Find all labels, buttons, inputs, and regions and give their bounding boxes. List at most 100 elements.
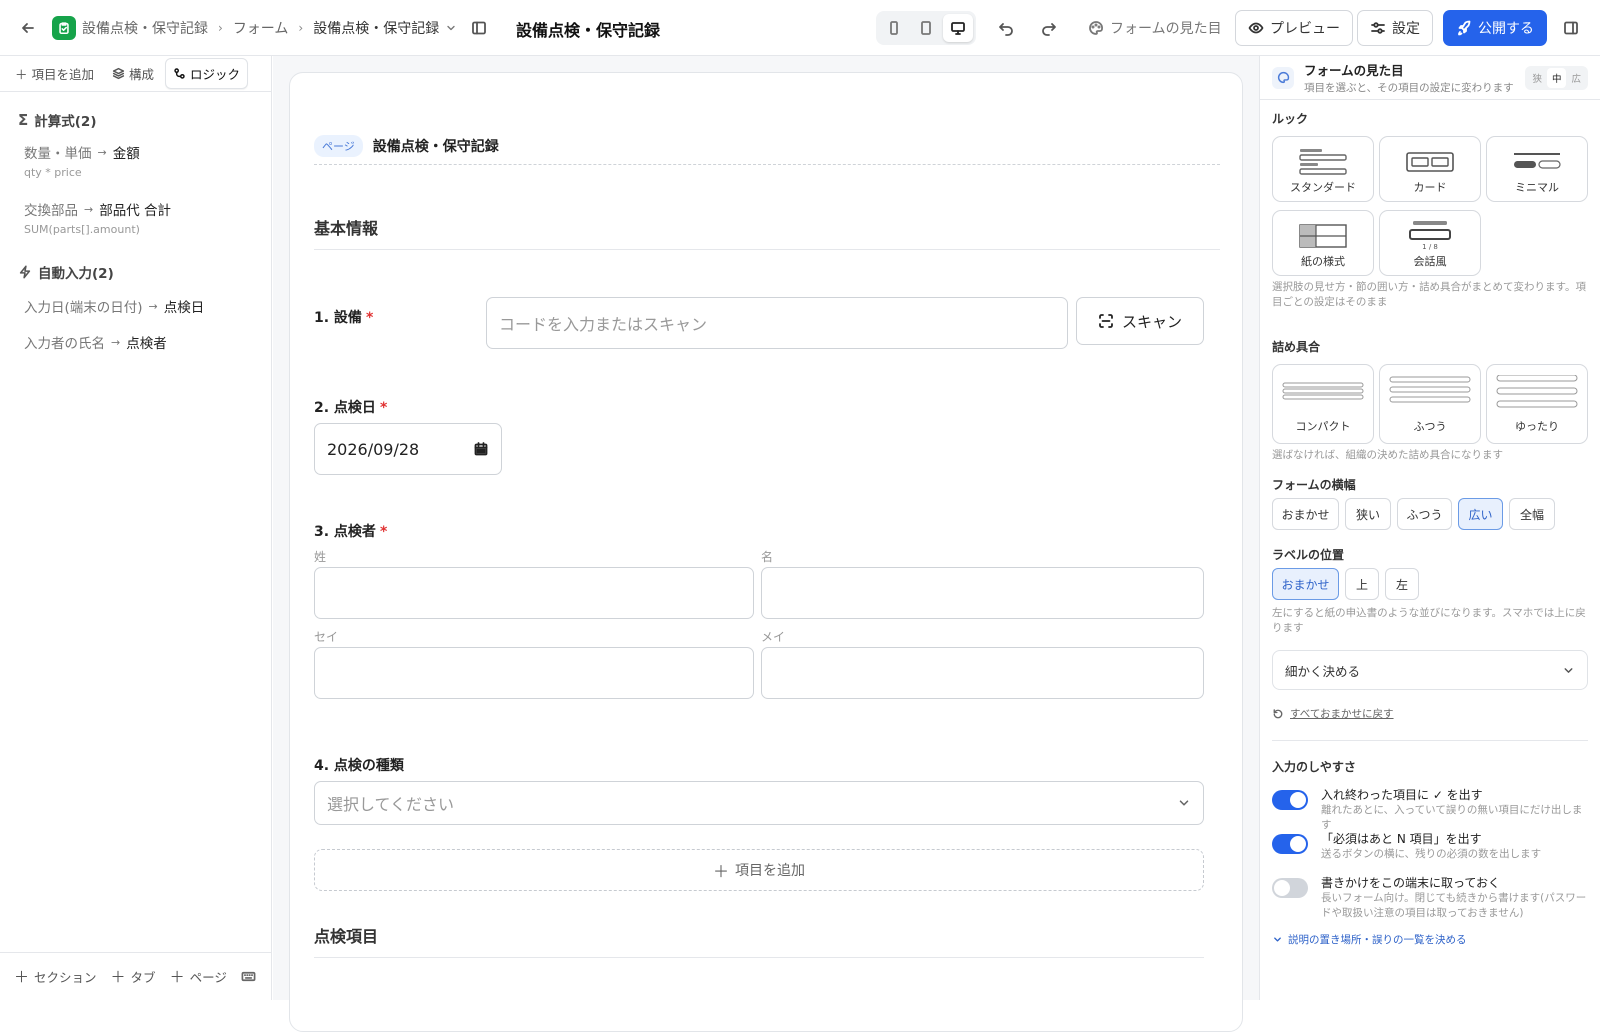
calendar-icon[interactable] <box>473 441 489 457</box>
required-mark: * <box>379 524 388 540</box>
breadcrumb-current[interactable]: 設備点検・保守記録 <box>313 18 439 38</box>
toggle-right-panel-button[interactable] <box>1562 19 1580 37</box>
arrow-right-icon: → <box>148 299 158 313</box>
autofill-target: 点検日 <box>163 300 205 316</box>
width-full[interactable]: 全幅 <box>1509 498 1555 530</box>
equipment-input[interactable]: コードを入力またはスキャン <box>486 297 1068 349</box>
breadcrumb-app[interactable]: 設備点検・保守記録 <box>82 18 208 38</box>
formula-source: 交換部品 <box>24 203 78 219</box>
settings-button[interactable]: 設定 <box>1357 10 1433 46</box>
size-wide[interactable]: 広 <box>1566 68 1586 88</box>
toggle-remaining-required[interactable] <box>1272 834 1308 854</box>
field-label-text: 3. 点検者 <box>314 524 376 540</box>
formula-item[interactable]: 数量・単価 → 金額 qty * price <box>0 142 164 180</box>
toggle-save-draft[interactable] <box>1272 878 1308 898</box>
width-wide[interactable]: 広い <box>1458 498 1503 530</box>
formula-item[interactable]: 交換部品 → 部品代 合計 SUM(parts[].amount) <box>0 199 195 237</box>
palette-icon <box>1089 21 1103 35</box>
label-position-left[interactable]: 左 <box>1385 568 1419 600</box>
formula-expression: qty * price <box>24 166 82 179</box>
arrow-left-icon <box>22 23 34 33</box>
toggle-title: 「必須はあと N 項目」を出す <box>1321 832 1482 846</box>
field-label-inspection-type[interactable]: 4. 点検の種類 <box>314 755 404 775</box>
field-label-date[interactable]: 2. 点検日 * <box>314 397 387 417</box>
appearance-button[interactable]: フォームの見た目 <box>1088 18 1222 38</box>
undo-button[interactable] <box>997 19 1015 37</box>
breadcrumb-forms[interactable]: フォーム <box>233 18 289 38</box>
last-name-kana-input[interactable] <box>314 647 754 699</box>
section-inspection-items[interactable]: 点検項目 <box>314 923 1204 958</box>
field-label-equipment[interactable]: 1. 設備 * <box>314 307 373 327</box>
tablet-icon <box>921 21 931 35</box>
tab-add-field[interactable]: ＋項目を追加 <box>8 59 101 88</box>
redo-button[interactable] <box>1040 19 1058 37</box>
width-narrow[interactable]: 狭い <box>1345 498 1391 530</box>
more-settings-link[interactable]: 説明の置き場所・誤りの一覧を決める <box>1272 932 1467 947</box>
density-compact[interactable]: コンパクト <box>1272 364 1374 444</box>
inspection-type-select[interactable]: 選択してください <box>314 781 1204 825</box>
chevron-right-icon: › <box>218 21 223 35</box>
add-page-button[interactable]: ＋ ページ <box>170 966 227 987</box>
publish-button[interactable]: 公開する <box>1443 10 1547 46</box>
look-standard[interactable]: スタンダード <box>1272 136 1374 202</box>
field-label-inspector[interactable]: 3. 点検者 * <box>314 521 387 541</box>
plus-icon: ＋ <box>15 67 28 82</box>
toggle-completion-check[interactable] <box>1272 790 1308 810</box>
toggle-description: 送るボタンの横に、残りの必須の数を出します <box>1321 848 1542 860</box>
look-minimal-thumbnail <box>1514 153 1561 169</box>
arrow-right-icon: → <box>111 335 121 349</box>
tab-logic[interactable]: ロジック <box>165 58 249 89</box>
size-narrow[interactable]: 狭 <box>1527 68 1547 88</box>
density-relaxed-thumbnail <box>1496 375 1578 408</box>
last-name-input[interactable] <box>314 567 754 619</box>
autofill-source: 入力者の氏名 <box>24 336 105 352</box>
add-tab-button[interactable]: ＋ タブ <box>111 966 156 987</box>
add-section-button[interactable]: ＋ セクション <box>14 966 97 987</box>
reset-label: すべておまかせに戻す <box>1290 708 1394 720</box>
first-name-input[interactable] <box>761 567 1204 619</box>
add-page-label: ページ <box>189 970 227 985</box>
device-desktop-button[interactable] <box>943 14 973 42</box>
chevron-down-icon[interactable] <box>445 22 457 34</box>
size-medium[interactable]: 中 <box>1546 67 1567 88</box>
section-basic-info[interactable]: 基本情報 <box>314 215 1220 250</box>
device-tablet-button[interactable] <box>911 14 941 42</box>
publish-label: 公開する <box>1478 21 1534 37</box>
width-normal[interactable]: ふつう <box>1397 498 1452 530</box>
reset-link[interactable]: すべておまかせに戻す <box>1272 706 1394 721</box>
panel-title: フォームの見た目 <box>1304 63 1404 78</box>
detail-settings-label: 細かく決める <box>1285 663 1361 679</box>
date-input[interactable]: 2026/09/28 <box>314 423 502 475</box>
density-heading: 詰め具合 <box>1272 340 1321 354</box>
look-minimal[interactable]: ミニマル <box>1486 136 1588 202</box>
autofill-item[interactable]: 入力日(端末の日付) → 点検日 <box>0 296 228 317</box>
density-normal[interactable]: ふつう <box>1379 364 1481 444</box>
first-name-kana-input[interactable] <box>761 647 1204 699</box>
look-conversational[interactable]: 1 / 8 会話風 <box>1379 210 1481 276</box>
field-label-text: 1. 設備 <box>314 310 362 326</box>
page-header[interactable]: ページ 設備点検・保守記録 <box>314 135 1220 165</box>
palette-icon <box>1272 66 1294 89</box>
device-phone-button[interactable] <box>879 14 909 42</box>
detail-settings-dropdown[interactable]: 細かく決める <box>1272 650 1588 690</box>
add-section-label: セクション <box>34 970 97 985</box>
required-mark: * <box>365 310 374 326</box>
autofill-item[interactable]: 入力者の氏名 → 点検者 <box>0 332 191 353</box>
look-label: 会話風 <box>1413 255 1447 268</box>
label-position-auto[interactable]: おまかせ <box>1272 568 1339 600</box>
toggle-sidebar-button[interactable] <box>470 19 488 37</box>
formula-target: 部品代 合計 <box>99 203 172 219</box>
last-name-label: 姓 <box>314 550 327 564</box>
tab-structure[interactable]: 構成 <box>105 59 161 88</box>
label-position-top[interactable]: 上 <box>1345 568 1379 600</box>
keyboard-icon[interactable] <box>241 969 256 984</box>
width-auto[interactable]: おまかせ <box>1272 498 1339 530</box>
preview-button[interactable]: プレビュー <box>1235 10 1353 46</box>
eye-icon <box>1248 22 1264 34</box>
back-button[interactable] <box>18 18 38 38</box>
scan-button[interactable]: スキャン <box>1076 297 1204 345</box>
look-paper[interactable]: 紙の様式 <box>1272 210 1374 276</box>
look-card[interactable]: カード <box>1379 136 1481 202</box>
density-relaxed[interactable]: ゆったり <box>1486 364 1588 444</box>
add-field-button[interactable]: ＋ 項目を追加 <box>314 849 1204 891</box>
